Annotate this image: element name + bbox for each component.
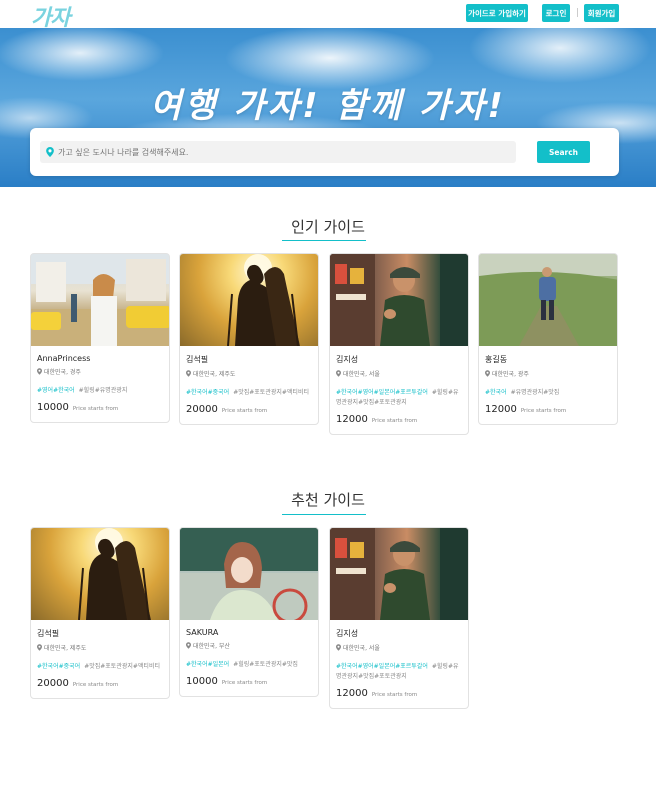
language-tags: #영어#한국어 — [37, 387, 75, 394]
guide-card[interactable]: 김지성대한민국, 서울 #한국어#영어#일본어#포르투갈어 #힐링#유명관광지#맛집… — [329, 527, 469, 709]
price-label: Price starts from — [72, 406, 119, 412]
price-value: 12000 — [336, 688, 368, 699]
guide-photo[interactable] — [31, 254, 169, 346]
guide-location: 대한민국, 제주도 — [37, 643, 169, 652]
guide-name: SAKURA — [186, 628, 219, 637]
price-label: Price starts from — [221, 408, 268, 414]
price-value: 10000 — [37, 402, 69, 413]
language-tags: #한국어#영어#일본어#포르투갈어 — [336, 663, 428, 670]
page-bottom — [0, 760, 656, 786]
guide-card[interactable]: 김석필대한민국, 제주도 #한국어#중국어 #맛집#포토관광지#액티비티 20000 P… — [179, 253, 319, 425]
guide-signup-button[interactable]: 가이드로 가입하기 — [466, 4, 528, 22]
guide-location-text: 대한민국, 제주도 — [44, 645, 87, 652]
location-pin-icon — [336, 644, 341, 651]
guide-location-text: 대한민국, 부산 — [193, 643, 230, 650]
price-label: Price starts from — [72, 682, 119, 688]
guide-photo[interactable] — [31, 528, 169, 620]
language-tags: #한국어#일본어 — [186, 661, 230, 668]
guide-location: 대한민국, 경주 — [37, 367, 169, 376]
guide-location: 대한민국, 제주도 — [186, 369, 318, 378]
price-label: Price starts from — [221, 680, 268, 686]
guide-price: 10000 Price starts from — [186, 676, 318, 687]
guide-name: 김석필 — [186, 355, 209, 364]
guide-tags: #영어#한국어 #힐링#유명관광지 — [37, 386, 163, 396]
hero-title: 여행 가자! 함께 가자! — [150, 86, 506, 126]
guide-location: 대한민국, 광주 — [485, 369, 617, 378]
guide-photo[interactable] — [330, 254, 468, 346]
theme-tags: #힐링#포토관광지#맛집 — [233, 661, 298, 668]
guide-name: AnnaPrincess — [37, 354, 91, 363]
price-label: Price starts from — [371, 418, 418, 424]
guide-location-text: 대한민국, 경주 — [44, 369, 81, 376]
search-button[interactable]: Search — [537, 141, 590, 163]
price-label: Price starts from — [371, 692, 418, 698]
guide-price: 12000 Price starts from — [336, 414, 468, 425]
theme-tags: #맛집#포토관광지#액티비티 — [233, 389, 309, 396]
theme-tags: #맛집#포토관광지#액티비티 — [84, 663, 160, 670]
price-value: 10000 — [186, 676, 218, 687]
guide-tags: #한국어#영어#일본어#포르투갈어 #힐링#유명관광지#맛집#포토관광지 — [336, 388, 462, 408]
guide-card[interactable]: 김지성대한민국, 서울 #한국어#영어#일본어#포르투갈어 #힐링#유명관광지#맛집… — [329, 253, 469, 435]
location-pin-icon — [46, 147, 54, 157]
guide-location: 대한민국, 부산 — [186, 641, 318, 650]
guide-location: 대한민국, 서울 — [336, 369, 468, 378]
recommended-guides-title: 추천 가이드 — [291, 491, 365, 509]
guide-card[interactable]: 홍길동대한민국, 광주 #한국어 #유명관광지#맛집 12000 Price start… — [478, 253, 618, 425]
guide-name: 김지성 — [336, 629, 359, 638]
search-field[interactable] — [40, 141, 516, 163]
guide-location: 대한민국, 서울 — [336, 643, 468, 652]
top-bar: 가자 가이드로 가입하기 로그인 회원가입 — [0, 0, 656, 31]
guide-price: 10000 Price starts from — [37, 402, 169, 413]
search-input[interactable] — [58, 147, 498, 157]
popular-guides-title: 인기 가이드 — [291, 218, 365, 236]
guide-name: 김지성 — [336, 355, 359, 364]
guide-photo[interactable] — [180, 254, 318, 346]
location-pin-icon — [485, 370, 490, 377]
guide-price: 20000 Price starts from — [186, 404, 318, 415]
price-value: 12000 — [336, 414, 368, 425]
guide-tags: #한국어#중국어 #맛집#포토관광지#액티비티 — [186, 388, 312, 398]
price-value: 12000 — [485, 404, 517, 415]
nav-divider — [577, 8, 578, 17]
guide-tags: #한국어#영어#일본어#포르투갈어 #힐링#유명관광지#맛집#포토관광지 — [336, 662, 462, 682]
search-panel: Search — [30, 128, 619, 176]
guide-card[interactable]: 김석필대한민국, 제주도 #한국어#중국어 #맛집#포토관광지#액티비티 20000 P… — [30, 527, 170, 699]
guide-tags: #한국어 #유명관광지#맛집 — [485, 388, 611, 398]
price-value: 20000 — [37, 678, 69, 689]
guide-tags: #한국어#중국어 #맛집#포토관광지#액티비티 — [37, 662, 163, 672]
language-tags: #한국어#중국어 — [186, 389, 230, 396]
guide-name: 홍길동 — [485, 355, 508, 364]
location-pin-icon — [37, 644, 42, 651]
theme-tags: #유명관광지#맛집 — [510, 389, 560, 396]
section-underline — [282, 240, 366, 241]
login-button[interactable]: 로그인 — [542, 4, 570, 22]
location-pin-icon — [186, 370, 191, 377]
guide-photo[interactable] — [180, 528, 318, 620]
language-tags: #한국어#중국어 — [37, 663, 81, 670]
language-tags: #한국어#영어#일본어#포르투갈어 — [336, 389, 428, 396]
guide-location-text: 대한민국, 서울 — [343, 371, 380, 378]
price-label: Price starts from — [520, 408, 567, 414]
guide-card[interactable]: SAKURA 대한민국, 부산 #한국어#일본어 #힐링#포토관광지#맛집 10000 P… — [179, 527, 319, 697]
location-pin-icon — [336, 370, 341, 377]
guide-location-text: 대한민국, 제주도 — [193, 371, 236, 378]
location-pin-icon — [37, 368, 42, 375]
location-pin-icon — [186, 642, 191, 649]
signup-button[interactable]: 회원가입 — [584, 4, 619, 22]
guide-photo[interactable] — [479, 254, 617, 346]
theme-tags: #힐링#유명관광지 — [78, 387, 128, 394]
guide-card[interactable]: AnnaPrincess 대한민국, 경주 #영어#한국어 #힐링#유명관광지 1000… — [30, 253, 170, 423]
guide-photo[interactable] — [330, 528, 468, 620]
language-tags: #한국어 — [485, 389, 507, 396]
guide-location-text: 대한민국, 광주 — [492, 371, 529, 378]
guide-location-text: 대한민국, 서울 — [343, 645, 380, 652]
section-underline — [282, 514, 366, 515]
guide-price: 12000 Price starts from — [336, 688, 468, 699]
guide-price: 20000 Price starts from — [37, 678, 169, 689]
guide-name: 김석필 — [37, 629, 60, 638]
guide-tags: #한국어#일본어 #힐링#포토관광지#맛집 — [186, 660, 312, 670]
price-value: 20000 — [186, 404, 218, 415]
guide-price: 12000 Price starts from — [485, 404, 617, 415]
